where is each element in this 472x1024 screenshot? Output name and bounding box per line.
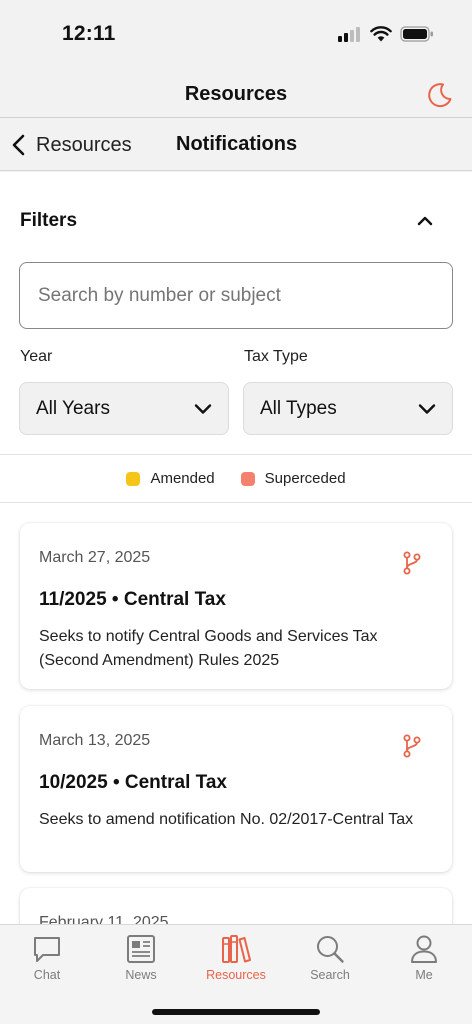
year-select[interactable]: All Years [19, 382, 229, 435]
filters-header[interactable]: Filters [20, 210, 452, 234]
notification-card[interactable]: March 27, 2025 11/2025 • Central Tax See… [20, 523, 452, 689]
tab-bar: Chat News Resources Search Me [0, 924, 472, 1024]
superceded-swatch [240, 471, 255, 486]
legend-item-superceded: Superceded [240, 470, 346, 487]
tab-label: News [125, 968, 157, 982]
tab-search[interactable]: Search [290, 933, 370, 982]
tab-label: Resources [206, 968, 266, 982]
wifi-icon [370, 26, 392, 42]
page-title: Resources [184, 83, 288, 105]
divider [0, 454, 472, 455]
tab-label: Search [310, 968, 350, 982]
year-label: Year [20, 348, 53, 365]
notification-description: Seeks to amend notification No. 02/2017-… [39, 811, 414, 828]
tab-resources[interactable]: Resources [196, 933, 276, 982]
chat-bubble-icon [34, 937, 60, 962]
branch-icon [403, 551, 421, 575]
tax-type-select-value: All Types [260, 397, 337, 419]
chevron-up-icon[interactable] [416, 214, 434, 228]
tax-type-label: Tax Type [244, 348, 308, 365]
section-title: Notifications [176, 133, 298, 155]
divider [0, 502, 472, 503]
person-icon [411, 935, 437, 963]
legend-label: Superceded [264, 470, 346, 487]
back-label: Resources [36, 133, 132, 156]
moon-icon [428, 83, 452, 108]
chevron-down-icon [418, 403, 436, 414]
status-time: 12:11 [62, 22, 116, 45]
notification-date: March 13, 2025 [39, 732, 151, 749]
magnifier-icon [317, 936, 344, 963]
year-select-value: All Years [36, 397, 110, 419]
search-input[interactable] [19, 262, 453, 329]
back-button[interactable]: Resources [10, 131, 132, 159]
app-header: Resources [0, 70, 472, 118]
status-bar: 12:11 [0, 0, 472, 70]
amended-swatch [126, 471, 141, 486]
branch-icon [403, 734, 421, 758]
tab-me[interactable]: Me [384, 933, 464, 982]
cellular-signal-icon [338, 27, 360, 42]
tab-label: Chat [33, 968, 61, 982]
chevron-down-icon [194, 403, 212, 414]
home-indicator[interactable] [152, 1009, 320, 1015]
notification-title: 11/2025 • Central Tax [39, 589, 226, 610]
filters-title: Filters [20, 210, 78, 231]
newspaper-icon [127, 935, 155, 963]
notification-description: Seeks to notify Central Goods and Servic… [39, 628, 378, 669]
dark-mode-toggle[interactable] [424, 80, 454, 110]
tab-news[interactable]: News [101, 933, 181, 982]
notification-date: March 27, 2025 [39, 549, 151, 566]
tax-type-select[interactable]: All Types [243, 382, 453, 435]
legend: Amended Superceded [0, 470, 472, 487]
content-area[interactable]: Filters Year Tax Type All Years All Type… [0, 172, 472, 924]
notification-date: February 11, 2025 [39, 914, 169, 924]
notification-card[interactable]: March 13, 2025 10/2025 • Central Tax See… [20, 706, 452, 872]
tab-label: Me [415, 968, 433, 982]
battery-icon [400, 26, 433, 42]
tab-chat[interactable]: Chat [7, 933, 87, 982]
legend-item-amended: Amended [126, 470, 215, 487]
sub-header: Resources Notifications [0, 119, 472, 171]
notification-card[interactable]: February 11, 2025 [20, 888, 452, 924]
chevron-left-icon [12, 134, 25, 156]
status-icons [338, 26, 434, 42]
legend-label: Amended [150, 470, 215, 487]
notification-title: 10/2025 • Central Tax [39, 772, 227, 793]
books-icon [222, 935, 251, 963]
